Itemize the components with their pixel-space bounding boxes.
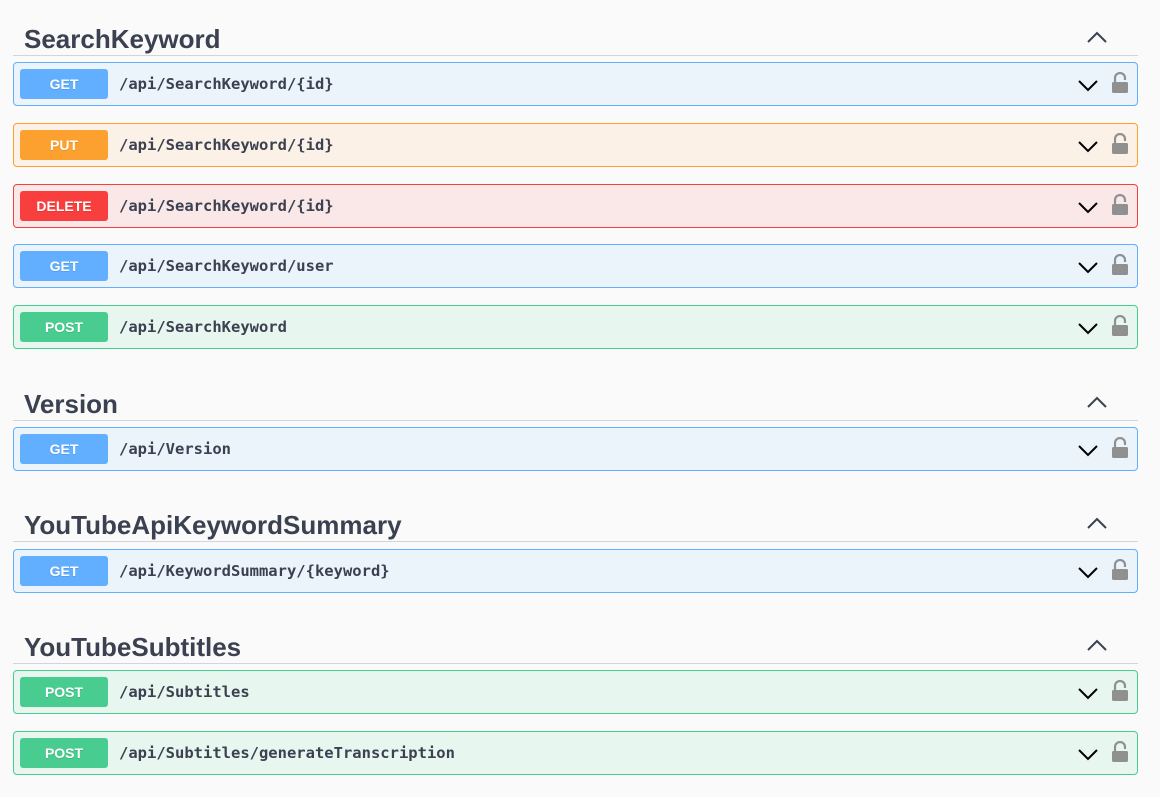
opblock-get-version[interactable]: GET /api/Version	[13, 427, 1138, 471]
chevron-up-icon[interactable]	[1082, 391, 1112, 413]
endpoint-path: /api/Subtitles/generateTranscription	[119, 744, 455, 762]
endpoint-path: /api/SearchKeyword/{id}	[119, 197, 334, 215]
method-badge: GET	[20, 556, 108, 586]
chevron-down-icon[interactable]	[1077, 76, 1099, 94]
tag-header[interactable]: SearchKeyword	[13, 12, 1138, 56]
lock-icon[interactable]	[1111, 72, 1129, 94]
opblock-put-searchkeyword-id[interactable]: PUT /api/SearchKeyword/{id}	[13, 123, 1138, 167]
lock-icon[interactable]	[1111, 741, 1129, 763]
endpoint-path: /api/Subtitles	[119, 683, 250, 701]
chevron-down-icon[interactable]	[1077, 684, 1099, 702]
endpoint-path: /api/Version	[119, 440, 231, 458]
lock-icon[interactable]	[1111, 437, 1129, 459]
endpoint-path: /api/KeywordSummary/{keyword}	[119, 562, 390, 580]
method-badge: PUT	[20, 130, 108, 160]
chevron-down-icon[interactable]	[1077, 319, 1099, 337]
tag-section-youtubeapikeywordsummary: YouTubeApiKeywordSummary	[13, 498, 1138, 542]
opblock-post-subtitles-generatetranscription[interactable]: POST /api/Subtitles/generateTranscriptio…	[13, 731, 1138, 775]
chevron-down-icon[interactable]	[1077, 137, 1099, 155]
chevron-down-icon[interactable]	[1077, 441, 1099, 459]
opblock-delete-searchkeyword-id[interactable]: DELETE /api/SearchKeyword/{id}	[13, 184, 1138, 228]
opblock-post-searchkeyword[interactable]: POST /api/SearchKeyword	[13, 305, 1138, 349]
endpoint-path: /api/SearchKeyword	[119, 318, 287, 336]
tag-title: SearchKeyword	[24, 24, 221, 54]
tag-section-version: Version	[13, 377, 1138, 421]
method-badge: GET	[20, 434, 108, 464]
method-badge: GET	[20, 69, 108, 99]
lock-icon[interactable]	[1111, 315, 1129, 337]
chevron-down-icon[interactable]	[1077, 198, 1099, 216]
method-badge: GET	[20, 251, 108, 281]
chevron-down-icon[interactable]	[1077, 745, 1099, 763]
chevron-up-icon[interactable]	[1082, 512, 1112, 534]
method-badge: POST	[20, 677, 108, 707]
lock-icon[interactable]	[1111, 254, 1129, 276]
tag-title: YouTubeApiKeywordSummary	[24, 510, 402, 540]
opblock-post-subtitles[interactable]: POST /api/Subtitles	[13, 670, 1138, 714]
tag-title: YouTubeSubtitles	[24, 632, 242, 662]
method-badge: POST	[20, 738, 108, 768]
lock-icon[interactable]	[1111, 559, 1129, 581]
method-badge: POST	[20, 312, 108, 342]
opblock-get-searchkeyword-user[interactable]: GET /api/SearchKeyword/user	[13, 244, 1138, 288]
tag-header[interactable]: YouTubeApiKeywordSummary	[13, 498, 1138, 542]
opblock-get-searchkeyword-id[interactable]: GET /api/SearchKeyword/{id}	[13, 62, 1138, 106]
tag-title: Version	[24, 389, 118, 419]
tag-section-searchkeyword: SearchKeyword	[13, 12, 1138, 56]
lock-icon[interactable]	[1111, 680, 1129, 702]
endpoint-path: /api/SearchKeyword/{id}	[119, 136, 334, 154]
tag-section-youtubesubtitles: YouTubeSubtitles	[13, 620, 1138, 664]
chevron-up-icon[interactable]	[1082, 634, 1112, 656]
chevron-down-icon[interactable]	[1077, 563, 1099, 581]
opblock-get-keywordsummary[interactable]: GET /api/KeywordSummary/{keyword}	[13, 549, 1138, 593]
endpoint-path: /api/SearchKeyword/user	[119, 257, 334, 275]
tag-header[interactable]: Version	[13, 377, 1138, 421]
chevron-down-icon[interactable]	[1077, 258, 1099, 276]
lock-icon[interactable]	[1111, 133, 1129, 155]
chevron-up-icon[interactable]	[1082, 26, 1112, 48]
lock-icon[interactable]	[1111, 194, 1129, 216]
endpoint-path: /api/SearchKeyword/{id}	[119, 75, 334, 93]
tag-header[interactable]: YouTubeSubtitles	[13, 620, 1138, 664]
method-badge: DELETE	[20, 191, 108, 221]
